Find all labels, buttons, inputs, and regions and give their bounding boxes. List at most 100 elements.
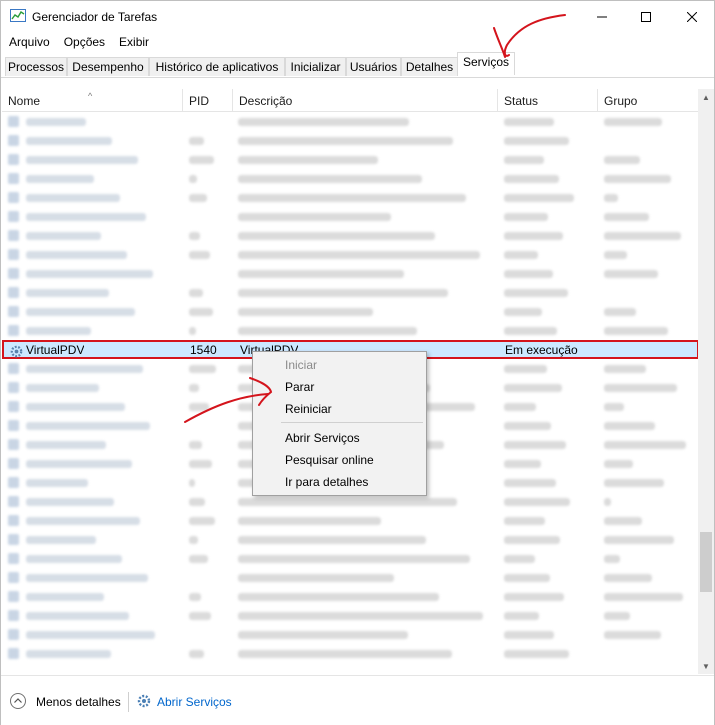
table-row[interactable] <box>2 321 699 340</box>
table-row[interactable] <box>2 112 699 131</box>
context-menu-open-services[interactable]: Abrir Serviços <box>285 431 360 445</box>
service-gear-icon <box>8 420 19 431</box>
blurred-group-cell <box>604 403 624 411</box>
collapse-icon[interactable] <box>10 693 26 709</box>
tab-detalhes[interactable]: Detalhes <box>401 57 458 76</box>
blurred-status-cell <box>504 384 562 392</box>
table-row[interactable] <box>2 283 699 302</box>
blurred-name-cell <box>26 232 101 240</box>
blurred-group-cell <box>604 479 664 487</box>
table-row[interactable] <box>2 530 699 549</box>
scroll-up-icon[interactable]: ▲ <box>698 89 714 105</box>
blurred-status-cell <box>504 213 548 221</box>
service-gear-icon <box>8 287 19 298</box>
table-row[interactable] <box>2 150 699 169</box>
blurred-name-cell <box>26 650 111 658</box>
table-row[interactable] <box>2 188 699 207</box>
blurred-name-cell <box>26 175 94 183</box>
table-row[interactable] <box>2 568 699 587</box>
column-header-pid[interactable]: PID <box>183 89 233 111</box>
blurred-pid-cell <box>189 384 199 392</box>
context-menu-separator <box>281 422 423 423</box>
blurred-group-cell <box>604 536 674 544</box>
blurred-name-cell <box>26 118 86 126</box>
table-row[interactable] <box>2 207 699 226</box>
scroll-down-icon[interactable]: ▼ <box>698 658 714 674</box>
blurred-status-cell <box>504 422 551 430</box>
tab-desempenho[interactable]: Desempenho <box>67 57 149 76</box>
table-row[interactable] <box>2 625 699 644</box>
blurred-pid-cell <box>189 308 213 316</box>
column-header-description[interactable]: Descrição <box>233 89 498 111</box>
footer-divider <box>128 692 129 712</box>
blurred-desc-cell <box>238 574 394 582</box>
table-row[interactable] <box>2 245 699 264</box>
context-menu-stop[interactable]: Parar <box>285 380 314 394</box>
tab-bar: Processos Desempenho Histórico de aplica… <box>1 52 714 78</box>
close-button[interactable] <box>669 1 715 32</box>
context-menu-start[interactable]: Iniciar <box>285 358 317 372</box>
tab-servicos[interactable]: Serviços <box>457 52 515 75</box>
table-row[interactable] <box>2 264 699 283</box>
table-row[interactable] <box>2 644 699 663</box>
blurred-desc-cell <box>238 156 378 164</box>
service-gear-icon <box>8 325 19 336</box>
blurred-group-cell <box>604 631 661 639</box>
blurred-name-cell <box>26 327 91 335</box>
blurred-status-cell <box>504 137 569 145</box>
blurred-group-cell <box>604 441 686 449</box>
context-menu-search-online[interactable]: Pesquisar online <box>285 453 374 467</box>
table-row[interactable] <box>2 169 699 188</box>
service-pid: 1540 <box>190 343 217 357</box>
blurred-status-cell <box>504 175 559 183</box>
less-details-button[interactable]: Menos detalhes <box>36 695 121 709</box>
table-row[interactable] <box>2 511 699 530</box>
column-header-status[interactable]: Status <box>498 89 598 111</box>
service-gear-icon <box>8 496 19 507</box>
blurred-name-cell <box>26 308 135 316</box>
table-row[interactable] <box>2 587 699 606</box>
blurred-status-cell <box>504 251 538 259</box>
service-gear-icon <box>8 572 19 583</box>
table-row[interactable] <box>2 549 699 568</box>
blurred-pid-cell <box>189 498 205 506</box>
blurred-group-cell <box>604 384 677 392</box>
blurred-group-cell <box>604 593 683 601</box>
service-gear-icon <box>8 458 19 469</box>
menu-opcoes[interactable]: Opções <box>56 32 105 52</box>
service-gear-icon <box>8 154 19 165</box>
open-services-link[interactable]: Abrir Serviços <box>157 695 232 709</box>
service-gear-icon <box>8 382 19 393</box>
blurred-pid-cell <box>189 327 196 335</box>
context-menu-restart[interactable]: Reiniciar <box>285 402 332 416</box>
column-header-name[interactable]: ^ Nome <box>2 89 183 111</box>
menu-arquivo[interactable]: Arquivo <box>1 32 50 52</box>
vertical-scrollbar[interactable]: ▲ ▼ <box>698 89 714 674</box>
service-gear-icon <box>8 268 19 279</box>
blurred-group-cell <box>604 517 642 525</box>
tab-processos[interactable]: Processos <box>5 57 67 76</box>
tab-inicializar[interactable]: Inicializar <box>285 57 346 76</box>
service-gear-icon <box>8 648 19 659</box>
maximize-button[interactable] <box>623 1 669 32</box>
table-row[interactable] <box>2 131 699 150</box>
service-gear-icon <box>8 173 19 184</box>
blurred-name-cell <box>26 498 114 506</box>
blurred-name-cell <box>26 213 146 221</box>
blurred-status-cell <box>504 289 568 297</box>
blurred-status-cell <box>504 365 547 373</box>
context-menu-go-to-details[interactable]: Ir para detalhes <box>285 475 368 489</box>
menu-exibir[interactable]: Exibir <box>111 32 149 52</box>
scrollbar-thumb[interactable] <box>700 532 712 592</box>
blurred-status-cell <box>504 574 550 582</box>
blurred-pid-cell <box>189 289 203 297</box>
table-row[interactable] <box>2 606 699 625</box>
window-title: Gerenciador de Tarefas <box>32 10 158 24</box>
minimize-button[interactable] <box>579 1 625 32</box>
table-row[interactable] <box>2 226 699 245</box>
tab-historico[interactable]: Histórico de aplicativos <box>149 57 285 76</box>
column-header-group[interactable]: Grupo <box>598 89 699 111</box>
table-row[interactable] <box>2 302 699 321</box>
tab-usuarios[interactable]: Usuários <box>346 57 401 76</box>
blurred-group-cell <box>604 498 611 506</box>
